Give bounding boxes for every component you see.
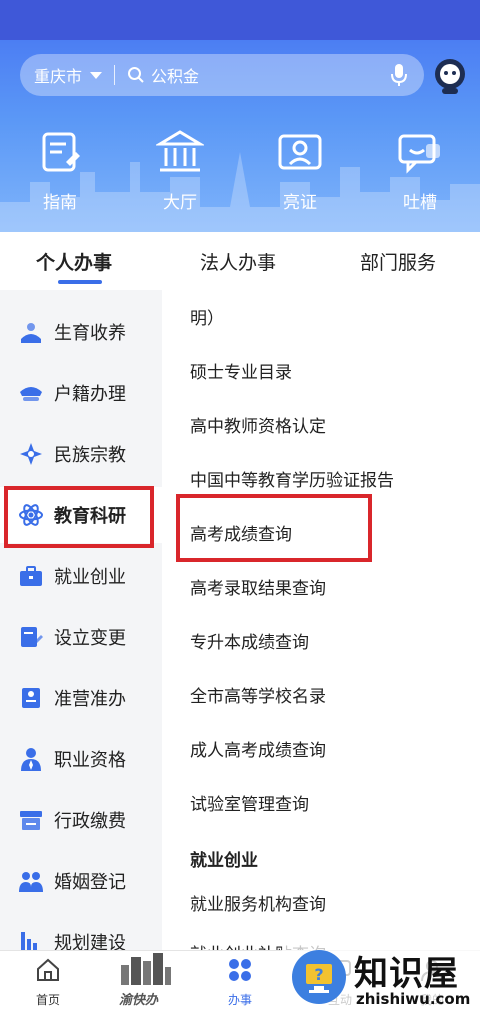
list-item[interactable]: 专升本成绩查询 xyxy=(190,628,309,653)
sidebar-item-employment[interactable]: 就业创业 xyxy=(0,548,162,604)
sidebar-item-label: 设立变更 xyxy=(54,628,126,649)
svg-text:?: ? xyxy=(314,965,323,984)
nav-label: 办事 xyxy=(227,993,252,1007)
service-list: 明） 硕士专业目录 高中教师资格认定 中国中等教育学历验证报告 高考成绩查询 高… xyxy=(162,290,480,950)
nav-home[interactable]: 首页 xyxy=(8,957,88,1008)
quick-action-label: 吐槽 xyxy=(403,193,437,213)
watermark-logo: ? xyxy=(292,950,346,1004)
tab-legal-entity[interactable]: 法人办事 xyxy=(200,248,276,275)
category-sidebar: 生育收养 户籍办理 民族宗教 教育科研 就业创业 设立变更 准营准办 职业资格 … xyxy=(0,290,162,950)
edit-doc-icon xyxy=(21,627,43,647)
list-item[interactable]: 高考录取结果查询 xyxy=(190,574,326,599)
grid-icon xyxy=(229,959,251,981)
search-placeholder: 公积金 xyxy=(151,67,200,86)
search-icon xyxy=(128,67,144,83)
quick-action-guide[interactable]: 指南 xyxy=(20,128,100,213)
sidebar-item-education[interactable]: 教育科研 xyxy=(0,487,162,543)
sidebar-item-ethnic-religion[interactable]: 民族宗教 xyxy=(0,426,162,482)
site-watermark: ? 知识屋 zhishiwu.com xyxy=(282,940,480,1011)
sidebar-item-birth-adoption[interactable]: 生育收养 xyxy=(0,304,162,360)
sidebar-item-marriage[interactable]: 婚姻登记 xyxy=(0,853,162,909)
id-card-icon xyxy=(278,134,322,170)
list-item[interactable]: 就业服务机构查询 xyxy=(190,890,326,915)
briefcase-icon xyxy=(20,566,42,586)
city-selector[interactable]: 重庆市 xyxy=(34,63,103,87)
city-label: 重庆市 xyxy=(34,67,83,86)
planning-icon xyxy=(21,932,37,950)
list-item-gaokao-score[interactable]: 高考成绩查询 xyxy=(190,520,292,545)
active-tab-indicator xyxy=(58,280,102,284)
nav-services[interactable]: 办事 xyxy=(200,957,280,1008)
robot-assistant-icon[interactable] xyxy=(430,56,470,96)
quick-action-feedback[interactable]: 吐槽 xyxy=(380,128,460,213)
microphone-icon[interactable] xyxy=(388,62,410,88)
sidebar-item-establish-change[interactable]: 设立变更 xyxy=(0,609,162,665)
search-input[interactable]: 公积金 xyxy=(127,63,388,87)
list-item-partial[interactable]: 明） xyxy=(190,304,224,329)
watermark-title: 知识屋 xyxy=(354,954,459,994)
sidebar-item-label: 职业资格 xyxy=(54,750,126,771)
list-item[interactable]: 高中教师资格认定 xyxy=(190,412,326,437)
quick-action-label: 指南 xyxy=(43,193,77,213)
police-hat-icon xyxy=(20,387,42,401)
family-icon xyxy=(21,323,41,343)
quick-action-label: 亮证 xyxy=(283,193,317,213)
sidebar-item-professional[interactable]: 职业资格 xyxy=(0,731,162,787)
quick-action-label: 大厅 xyxy=(163,193,197,213)
quick-action-id-card[interactable]: 亮证 xyxy=(260,128,340,213)
sidebar-item-label: 行政缴费 xyxy=(54,811,126,832)
marriage-icon xyxy=(19,872,43,892)
divider xyxy=(114,65,116,85)
sidebar-item-household[interactable]: 户籍办理 xyxy=(0,365,162,421)
quick-action-hall[interactable]: 大厅 xyxy=(140,128,220,213)
hall-icon xyxy=(154,130,206,172)
sidebar-item-label: 民族宗教 xyxy=(54,445,126,466)
sidebar-item-label: 婚姻登记 xyxy=(54,872,126,893)
city-logo-icon xyxy=(121,953,171,985)
question-monitor-icon: ? xyxy=(306,964,332,993)
nav-label: 首页 xyxy=(35,993,60,1007)
header-banner: 重庆市 公积金 指南 大厅 亮证 吐槽 xyxy=(0,0,480,232)
tab-personal[interactable]: 个人办事 xyxy=(36,248,112,275)
sidebar-item-label: 就业创业 xyxy=(54,567,126,588)
list-item[interactable]: 成人高考成绩查询 xyxy=(190,736,326,761)
service-tabs: 个人办事 法人办事 部门服务 xyxy=(0,232,480,290)
license-icon xyxy=(22,688,40,708)
sidebar-item-label: 准营准办 xyxy=(54,689,126,710)
sidebar-item-label: 生育收养 xyxy=(54,323,126,344)
search-bar[interactable]: 重庆市 公积金 xyxy=(20,54,424,96)
sidebar-item-admin-fees[interactable]: 行政缴费 xyxy=(0,792,162,848)
list-item[interactable]: 全市高等学校名录 xyxy=(190,682,326,707)
list-item[interactable]: 中国中等教育学历验证报告 xyxy=(190,466,394,491)
feedback-icon xyxy=(398,134,440,174)
list-item[interactable]: 试验室管理查询 xyxy=(190,790,309,815)
nav-label: 渝快办 xyxy=(119,993,159,1008)
nav-yukuaiban[interactable]: 渝快办 xyxy=(113,951,177,1011)
tab-department[interactable]: 部门服务 xyxy=(360,248,436,275)
home-icon xyxy=(37,958,59,981)
payment-icon xyxy=(20,811,42,830)
atom-icon xyxy=(19,504,43,526)
list-item[interactable]: 硕士专业目录 xyxy=(190,358,292,383)
guide-icon xyxy=(42,132,80,172)
section-heading: 就业创业 xyxy=(190,851,258,871)
professional-icon xyxy=(21,748,41,771)
watermark-url: zhishiwu.com xyxy=(356,990,471,1008)
sidebar-item-label: 规划建设 xyxy=(54,933,126,950)
sidebar-item-label: 教育科研 xyxy=(54,506,126,527)
ethnic-icon xyxy=(20,443,42,465)
chevron-down-icon xyxy=(90,71,103,79)
sidebar-item-license[interactable]: 准营准办 xyxy=(0,670,162,726)
sidebar-item-label: 户籍办理 xyxy=(54,384,126,405)
sidebar-item-planning[interactable]: 规划建设 xyxy=(0,914,162,950)
